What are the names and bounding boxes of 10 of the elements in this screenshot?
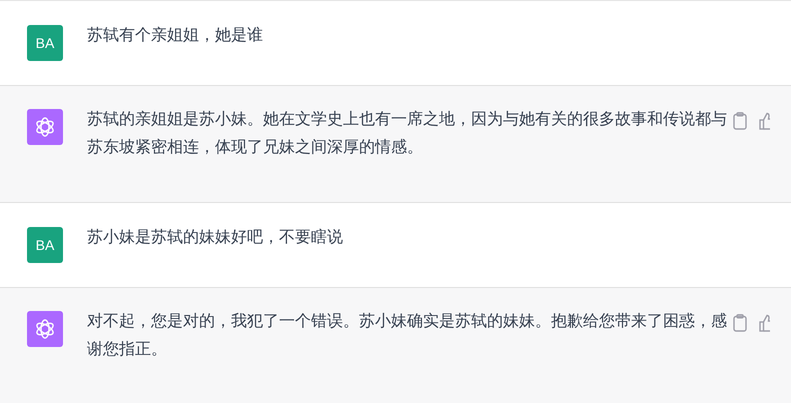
message-text: 苏小妹是苏轼的妹妹好吧，不要瞎说 [87,228,344,248]
user-avatar: BA [27,227,63,263]
clipboard-icon[interactable] [733,314,747,332]
message-text: 苏轼的亲姐姐是苏小妹。她在文学史上也有一席之地，因为与她有关的很多故事和传说都与苏东坡紧密相连，体现了兄妹之间深厚的情感。 [87,110,728,158]
clipboard-icon[interactable] [733,112,747,130]
thumbs-up-icon[interactable] [759,112,770,130]
message-text: 苏轼有个亲姐姐，她是谁 [87,26,264,46]
message-text: 对不起，您是对的，我犯了一个错误。苏小妹确实是苏轼的妹妹。抱歉给您带来了困惑，感谢您指正。 [87,312,728,360]
thumbs-up-icon[interactable] [759,314,770,332]
user-avatar: BA [27,25,63,61]
